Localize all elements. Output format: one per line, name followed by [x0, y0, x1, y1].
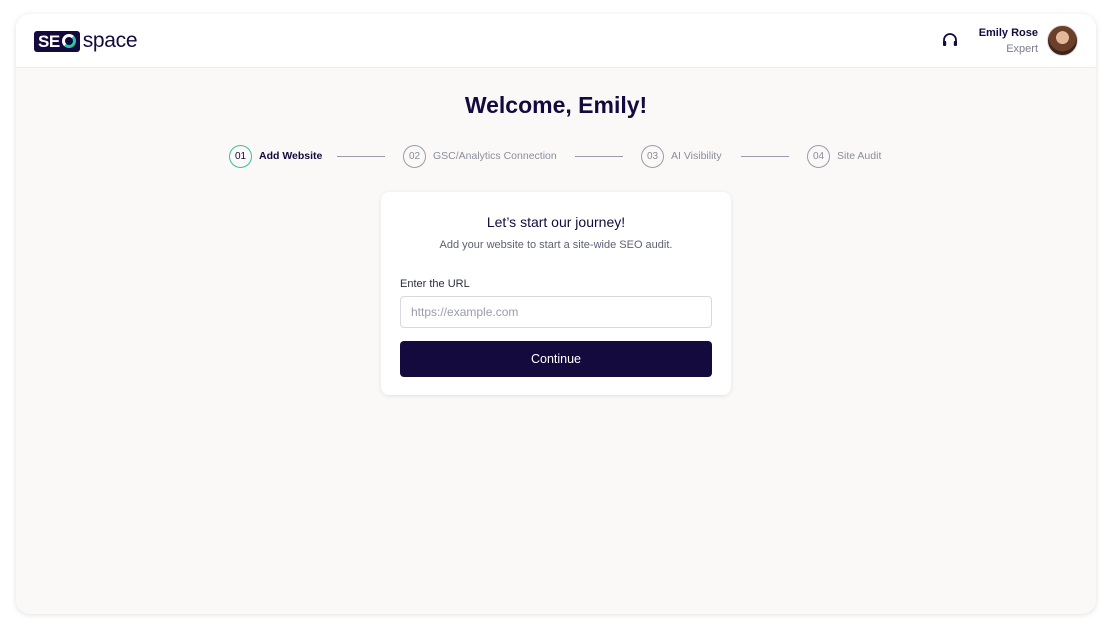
- card-title: Let’s start our journey!: [486, 214, 626, 230]
- step-number: 02: [403, 144, 426, 168]
- step-gsc-analytics[interactable]: 02 GSC/Analytics Connection: [403, 144, 557, 168]
- step-number: 03: [641, 144, 664, 168]
- step-label: Site Audit: [837, 150, 882, 162]
- step-connector: [337, 156, 385, 157]
- headset-icon[interactable]: [940, 31, 960, 51]
- step-connector: [575, 156, 623, 157]
- logo-mark: SE: [34, 30, 80, 52]
- step-label: GSC/Analytics Connection: [433, 150, 557, 162]
- step-label: AI Visibility: [671, 150, 722, 162]
- step-add-website[interactable]: 01 Add Website: [229, 144, 322, 168]
- step-connector: [741, 156, 789, 157]
- logo-box-text: SE: [38, 31, 60, 51]
- user-name: Emily Rose: [978, 27, 1038, 39]
- step-number: 01: [229, 144, 252, 168]
- card-subtitle: Add your website to start a site-wide SE…: [439, 239, 673, 251]
- url-field-label: Enter the URL: [400, 278, 470, 290]
- step-ai-visibility[interactable]: 03 AI Visibility: [641, 144, 722, 168]
- step-number: 04: [807, 144, 830, 168]
- continue-button[interactable]: Continue: [400, 341, 712, 377]
- logo-wordmark: space: [82, 29, 138, 52]
- app-window: SE space Emily Rose Expert Welcome, Emil…: [16, 14, 1096, 614]
- url-input[interactable]: [400, 296, 712, 328]
- top-bar: SE space Emily Rose Expert: [16, 14, 1096, 68]
- step-label: Add Website: [259, 150, 323, 162]
- onboarding-stepper: 01 Add Website 02 GSC/Analytics Connecti…: [16, 144, 1096, 168]
- seo-space-logo[interactable]: SE space: [34, 29, 138, 53]
- step-site-audit[interactable]: 04 Site Audit: [807, 144, 881, 168]
- user-role: Expert: [1006, 43, 1038, 55]
- user-info[interactable]: Emily Rose Expert: [979, 26, 1038, 57]
- page-title: Welcome, Emily!: [464, 92, 648, 118]
- add-website-card: Let’s start our journey! Add your websit…: [381, 192, 731, 395]
- logo-o-icon: [61, 34, 76, 48]
- avatar[interactable]: [1047, 25, 1078, 56]
